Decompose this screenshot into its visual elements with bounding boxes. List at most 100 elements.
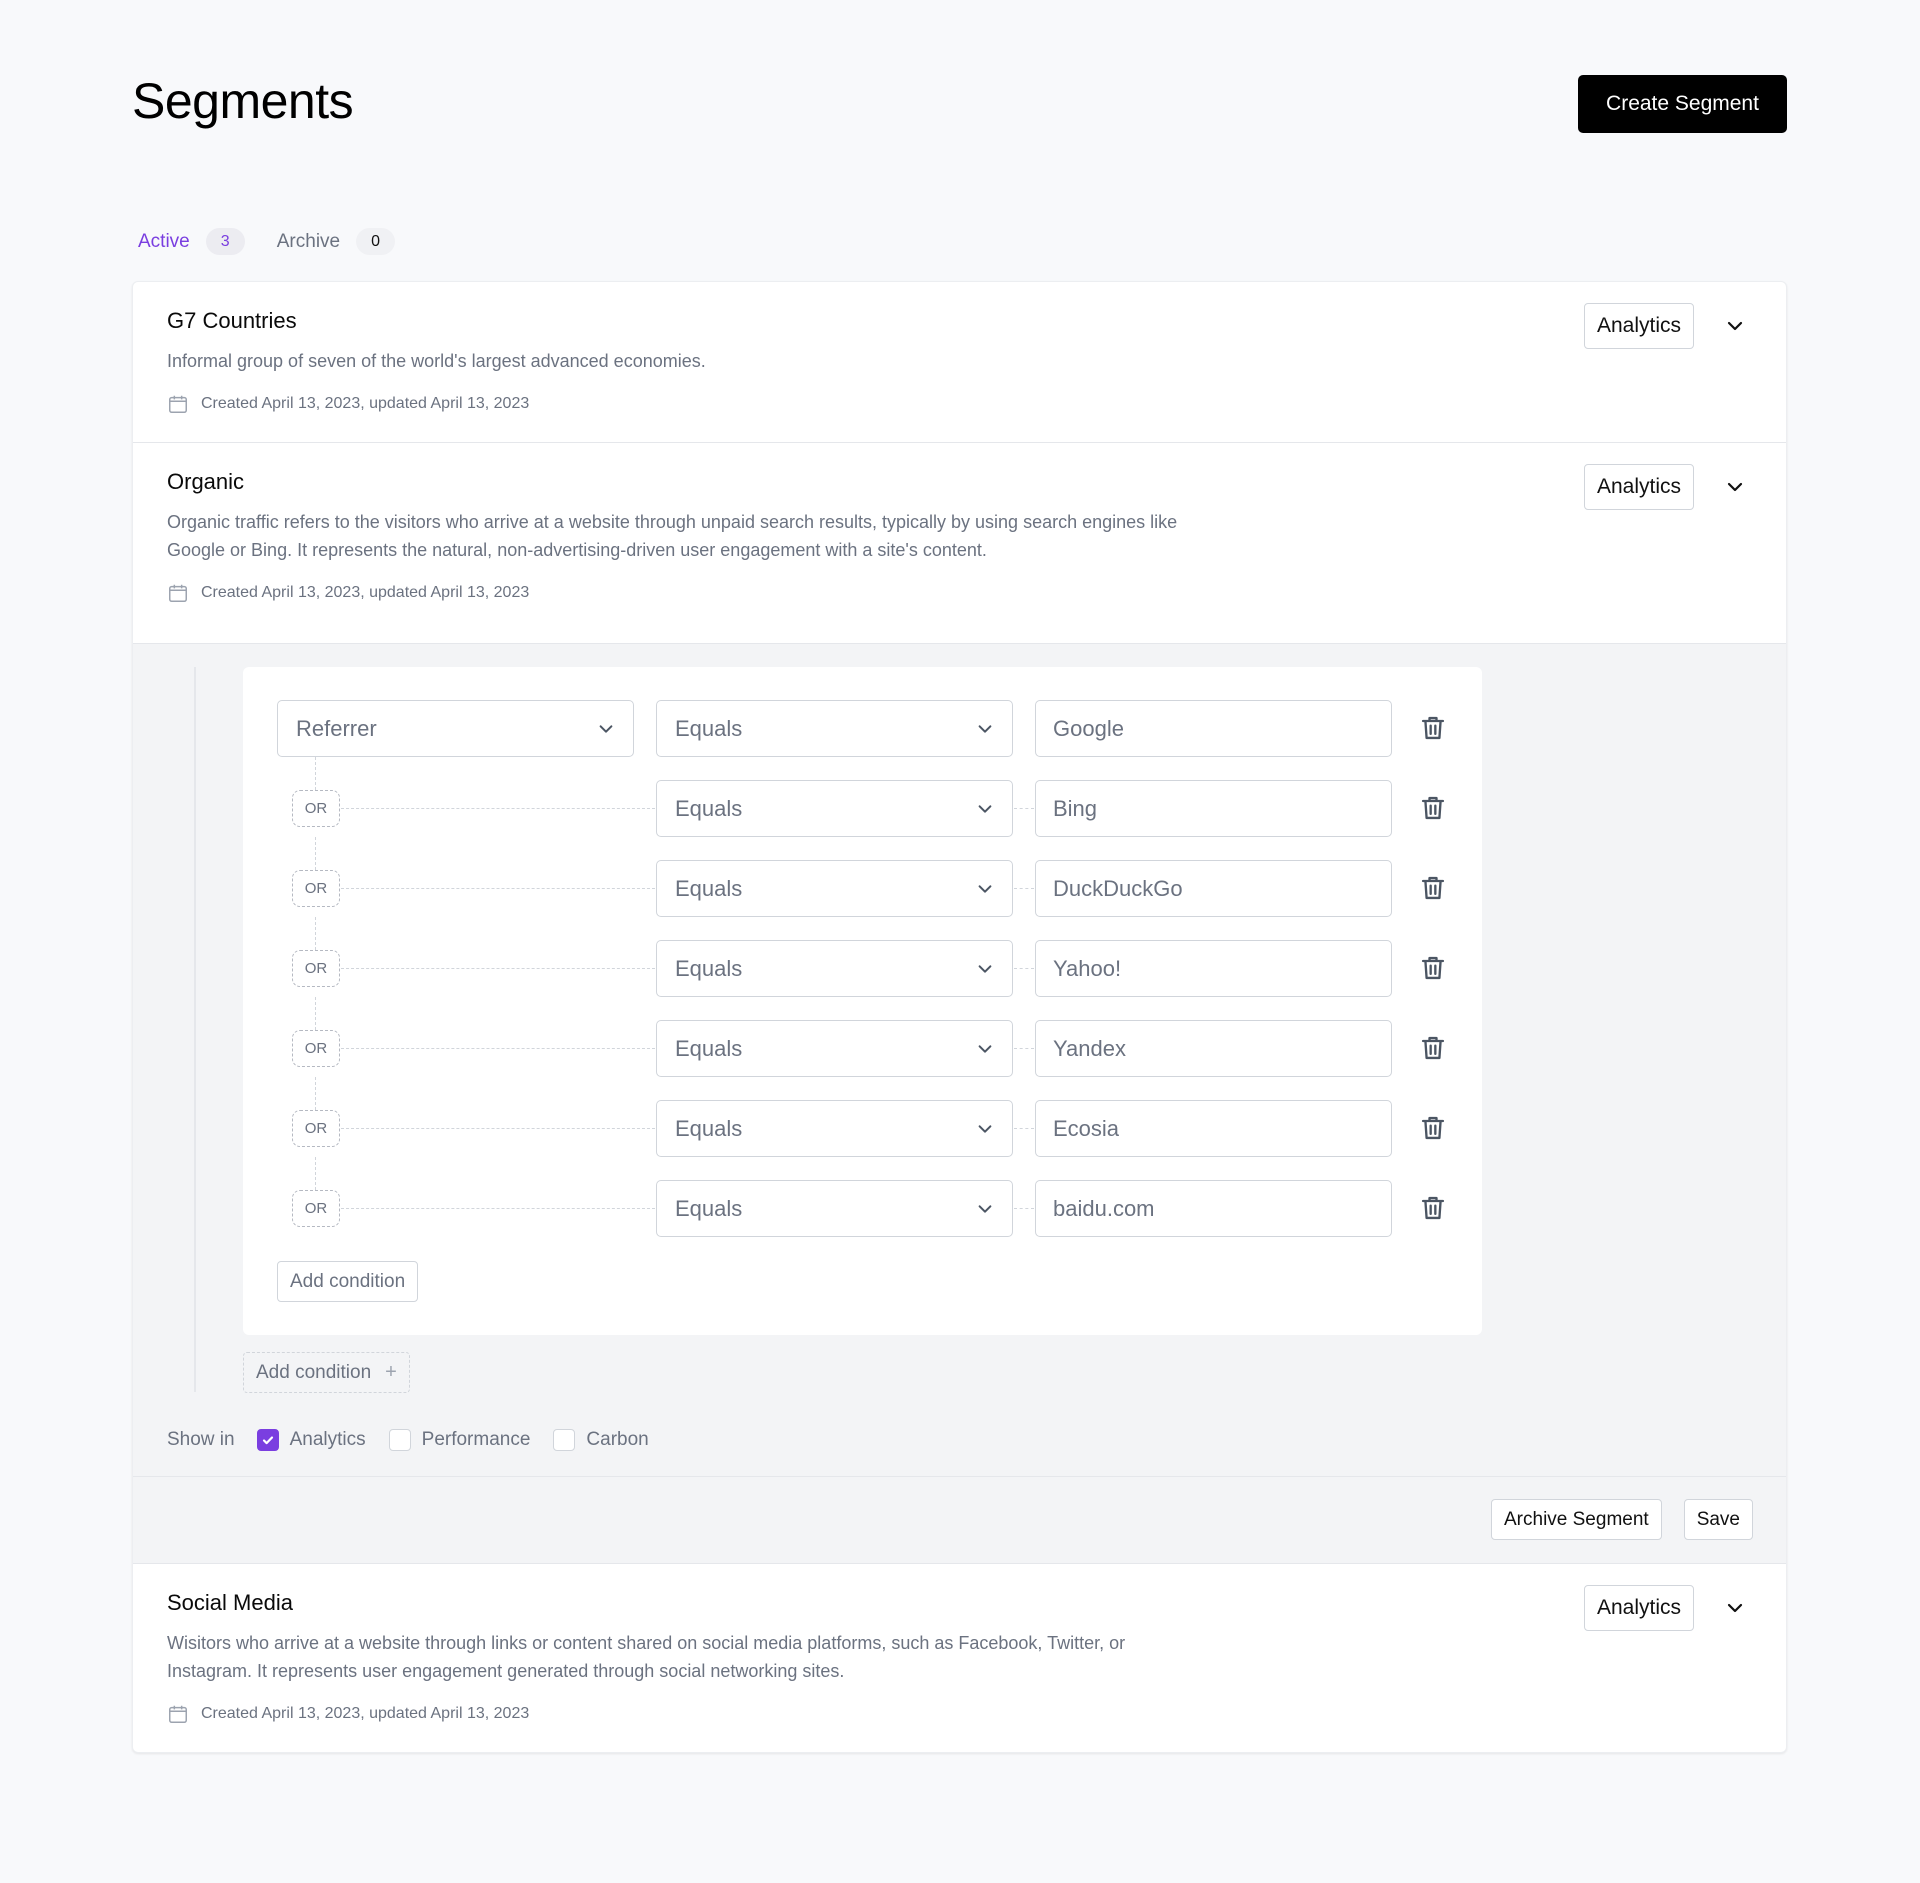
operator-select-value: Equals	[675, 795, 743, 821]
or-connector-horizontal	[1014, 888, 1034, 889]
save-button[interactable]: Save	[1683, 1499, 1753, 1540]
or-connector-horizontal	[1014, 808, 1034, 809]
segment-item: Social Media Wisitors who arrive at a we…	[133, 1564, 1786, 1752]
tab-active[interactable]: Active 3	[138, 228, 245, 255]
or-connector-horizontal	[1014, 1128, 1034, 1129]
or-badge: OR	[292, 950, 340, 987]
expand-toggle[interactable]	[1718, 1591, 1752, 1625]
segment-description: Wisitors who arrive at a website through…	[167, 1633, 1126, 1681]
segment-meta: Created April 13, 2023, updated April 13…	[167, 393, 529, 415]
checkbox-label: Carbon	[586, 1429, 649, 1450]
calendar-icon	[169, 1705, 187, 1723]
operator-select[interactable]: Equals	[656, 1100, 1013, 1157]
trash-icon[interactable]	[1419, 714, 1447, 742]
checkbox[interactable]	[553, 1429, 576, 1451]
condition-value-input[interactable]	[1035, 860, 1392, 917]
segment-list: G7 Countries Informal group of seven of …	[132, 281, 1787, 1753]
operator-select-value: Equals	[675, 875, 743, 901]
trash-icon[interactable]	[1419, 874, 1447, 902]
chevron-down-icon	[978, 884, 992, 893]
editor-footer: Archive Segment Save	[133, 1477, 1786, 1564]
segment-name: G7 Countries	[167, 308, 297, 333]
condition-row: OR Equals	[243, 1157, 1482, 1237]
operator-select[interactable]: Equals	[656, 780, 1013, 837]
segment-actions: Analytics	[1583, 1585, 1752, 1631]
checkbox-carbon[interactable]: Carbon	[553, 1429, 649, 1451]
operator-select[interactable]: Equals	[656, 1180, 1013, 1237]
expand-toggle[interactable]	[1718, 309, 1752, 343]
archive-segment-button[interactable]: Archive Segment	[1491, 1499, 1662, 1540]
calendar-icon	[169, 584, 187, 602]
condition-value-input[interactable]	[1035, 940, 1392, 997]
operator-select[interactable]: Equals	[656, 940, 1013, 997]
trash-icon[interactable]	[1419, 954, 1447, 982]
trash-icon[interactable]	[1419, 1034, 1447, 1062]
segment-tabs: Active 3 Archive 0	[138, 228, 427, 255]
checkbox[interactable]	[388, 1429, 411, 1451]
condition-value-input[interactable]	[1035, 1100, 1392, 1157]
chevron-down-icon	[978, 1124, 992, 1133]
chevron-down-icon	[599, 724, 613, 733]
trash-icon[interactable]	[1419, 794, 1447, 822]
expand-toggle[interactable]	[1718, 470, 1752, 504]
operator-select[interactable]: Equals	[656, 1020, 1013, 1077]
condition-row: OR Equals	[243, 837, 1482, 917]
chevron-down-icon	[978, 1204, 992, 1213]
segment-description: Organic traffic refers to the visitors w…	[167, 512, 1178, 560]
tab-label: Active	[138, 230, 190, 252]
or-connector-vertical	[315, 837, 316, 870]
chevron-down-icon	[978, 804, 992, 813]
condition-value-input[interactable]	[1035, 1180, 1392, 1237]
segment-actions: Analytics	[1583, 464, 1752, 510]
segments-page: Segments Create Segment Active 3 Archive…	[0, 0, 1920, 1883]
field-select-value: Referrer	[296, 715, 377, 741]
count-badge: 3	[205, 228, 245, 255]
operator-select-value: Equals	[675, 955, 743, 981]
condition-row: OR Equals	[243, 997, 1482, 1077]
condition-value-input[interactable]	[1035, 780, 1392, 837]
page-title: Segments	[132, 73, 354, 129]
segment-meta: Created April 13, 2023, updated April 13…	[167, 582, 529, 604]
chevron-down-icon	[978, 724, 992, 733]
checkbox-label: Performance	[421, 1429, 531, 1450]
trash-icon[interactable]	[1419, 1194, 1447, 1222]
or-connector-horizontal	[1014, 1048, 1034, 1049]
condition-row: OR Equals	[243, 917, 1482, 997]
tab-archive[interactable]: Archive 0	[277, 228, 396, 255]
or-connector-horizontal	[1014, 968, 1034, 969]
chevron-down-icon	[978, 964, 992, 973]
create-segment-button[interactable]: Create Segment	[1578, 75, 1787, 133]
or-connector-horizontal	[341, 1128, 655, 1129]
chevron-down-icon	[1727, 1603, 1743, 1613]
or-connector-horizontal	[341, 888, 655, 889]
analytics-button[interactable]: Analytics	[1583, 303, 1694, 349]
show-in-label: Show in	[167, 1429, 235, 1450]
condition-row: OR Equals	[243, 1077, 1482, 1157]
or-badge: OR	[292, 1110, 340, 1147]
analytics-button[interactable]: Analytics	[1583, 1585, 1694, 1631]
or-badge: OR	[292, 870, 340, 907]
field-select[interactable]: Referrer	[277, 700, 634, 757]
segment-dates: Created April 13, 2023, updated April 13…	[201, 395, 530, 412]
operator-select-value: Equals	[675, 1195, 743, 1221]
segment-description: Informal group of seven of the world's l…	[167, 351, 706, 371]
operator-select[interactable]: Equals	[656, 860, 1013, 917]
condition-value-input[interactable]	[1035, 1020, 1392, 1077]
checkbox-analytics[interactable]: Analytics	[256, 1429, 366, 1451]
segment-dates: Created April 13, 2023, updated April 13…	[201, 1705, 530, 1722]
operator-select-value: Equals	[675, 715, 743, 741]
add-or-condition-button[interactable]: Add condition	[277, 1261, 419, 1302]
tree-connector-line	[194, 667, 196, 1392]
checkbox-performance[interactable]: Performance	[388, 1429, 531, 1451]
condition-value-input[interactable]	[1035, 700, 1392, 757]
add-and-condition-button[interactable]: Add condition +	[243, 1352, 410, 1393]
count-badge: 0	[356, 228, 396, 255]
checkmark-icon	[262, 1436, 273, 1445]
operator-select-value: Equals	[675, 1115, 743, 1141]
operator-select[interactable]: Equals	[656, 700, 1013, 757]
show-in-options: Show in Analytics Performance Carbon	[167, 1429, 672, 1451]
condition-row: Referrer Equals	[243, 700, 1482, 757]
analytics-button[interactable]: Analytics	[1583, 464, 1694, 510]
trash-icon[interactable]	[1419, 1114, 1447, 1142]
checkbox[interactable]	[256, 1429, 279, 1451]
